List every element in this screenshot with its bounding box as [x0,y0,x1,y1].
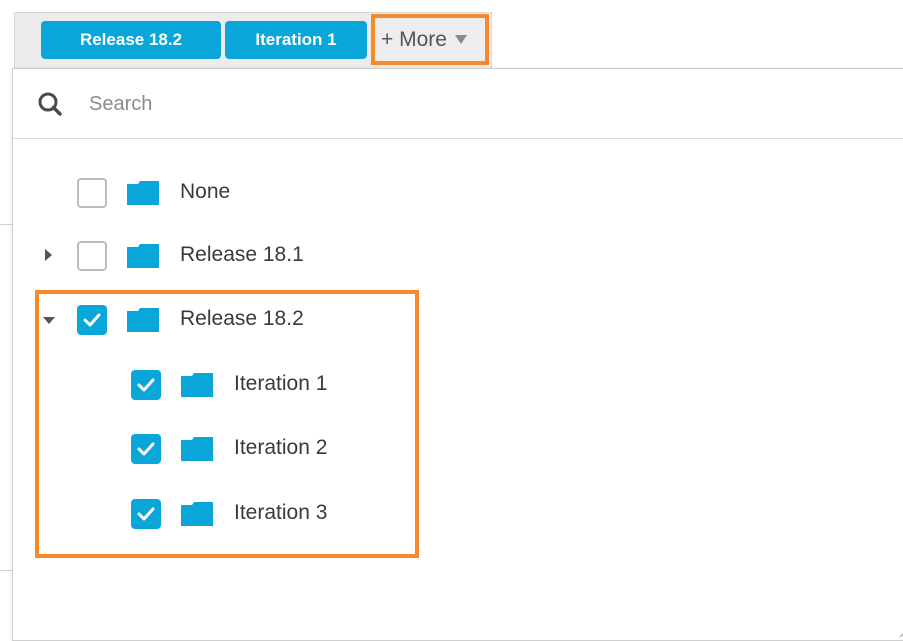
checkmark-icon [83,313,101,327]
tree-item[interactable]: Release 18.1 [13,232,713,280]
checkmark-icon [137,507,155,521]
tag-picker-screen: Release 18.2 Iteration 1 + More None Rele… [0,0,903,641]
folder-icon [180,373,214,399]
more-dropdown-button[interactable]: + More [371,14,489,65]
tree-item-label: Release 18.1 [180,243,304,266]
background-divider [0,224,12,225]
selected-chips-bar: Release 18.2 Iteration 1 + More [14,12,492,68]
checkbox[interactable] [131,499,161,529]
checkbox[interactable] [77,241,107,271]
tree-item-label: Release 18.2 [180,307,304,330]
folder-icon [126,181,160,207]
tree-item[interactable]: Release 18.2 [13,296,713,344]
checkbox[interactable] [77,178,107,208]
checkbox[interactable] [77,305,107,335]
checkbox[interactable] [131,434,161,464]
tree-item-label: Iteration 1 [234,372,328,395]
tree-item[interactable]: Iteration 2 [13,425,713,473]
folder-icon [126,244,160,270]
resize-grip-icon[interactable] [896,624,903,638]
search-bar [13,69,903,139]
tree-item-label: Iteration 3 [234,501,328,524]
checkmark-icon [137,442,155,456]
search-icon [38,92,62,116]
folder-icon [126,308,160,334]
caret-right-icon[interactable] [45,249,52,261]
tree-item-label: Iteration 2 [234,436,328,459]
search-input[interactable] [89,87,869,121]
tree-item[interactable]: Iteration 1 [13,361,713,409]
tree-item[interactable]: None [13,169,713,217]
background-divider [0,570,12,571]
chevron-down-icon [454,35,467,44]
folder-icon [180,437,214,463]
checkbox[interactable] [131,370,161,400]
tree-item[interactable]: Iteration 3 [13,490,713,538]
caret-down-icon[interactable] [43,317,55,324]
chip-release-18-2[interactable]: Release 18.2 [41,21,221,59]
more-button-label: + More [381,27,447,51]
tree-item-label: None [180,180,231,203]
folder-icon [180,502,214,528]
checkmark-icon [137,378,155,392]
chip-iteration-1[interactable]: Iteration 1 [225,21,367,59]
dropdown-panel: None Release 18.1 Release 18.2 Iteration 1 I… [12,68,903,641]
